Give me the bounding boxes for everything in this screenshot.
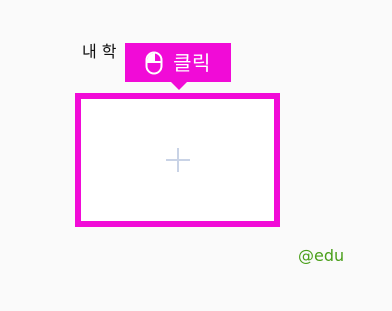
add-photo-button[interactable] [75,93,280,227]
watermark: @edu [298,246,345,265]
tooltip-label: 클릭 [173,50,211,75]
section-label: 내 학 [82,42,117,61]
mouse-icon [145,51,163,74]
click-hint-tooltip: 클릭 [125,43,231,90]
plus-icon [165,148,190,172]
